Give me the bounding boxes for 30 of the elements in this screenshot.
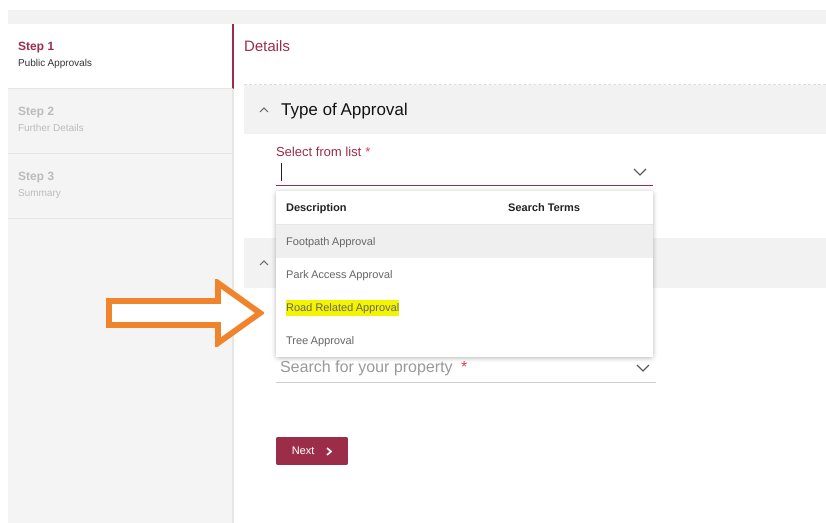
column-header: Description bbox=[286, 202, 348, 214]
property-search-field[interactable]: Search for your property * bbox=[276, 354, 656, 383]
option-label: Park Access Approval bbox=[286, 268, 392, 280]
dropdown-option[interactable]: Footpath Approval bbox=[276, 225, 653, 258]
section-header[interactable]: Type of Approval bbox=[244, 85, 826, 134]
dropdown-option[interactable]: Tree Approval bbox=[276, 324, 653, 357]
chevron-icon bbox=[259, 260, 269, 266]
option-label: Footpath Approval bbox=[286, 236, 376, 248]
step-subtitle: Public Approvals bbox=[18, 58, 93, 69]
section-title: Type of Approval bbox=[281, 100, 408, 120]
step-item[interactable]: Step 1 Public Approvals bbox=[8, 24, 234, 89]
step-title: Step 2 bbox=[18, 104, 56, 118]
dropdown-option[interactable]: Park Access Approval bbox=[276, 258, 653, 291]
option-label: Road Related Approval bbox=[286, 300, 400, 316]
chevron-down-icon bbox=[633, 168, 647, 176]
column-header: Search Terms bbox=[508, 202, 580, 214]
option-label: Tree Approval bbox=[286, 334, 354, 346]
step-title: Step 3 bbox=[18, 169, 56, 183]
placeholder-text: Search for your property bbox=[280, 359, 453, 376]
field-label: Select from list bbox=[276, 144, 362, 159]
chevron-down-icon bbox=[636, 364, 650, 372]
chevron-right-icon bbox=[326, 446, 332, 456]
dropdown-option[interactable]: Road Related Approval bbox=[276, 291, 653, 324]
step-subtitle: Summary bbox=[18, 188, 62, 199]
step-subtitle: Further Details bbox=[18, 123, 85, 134]
required-mark: * bbox=[460, 359, 468, 376]
next-button[interactable]: Next bbox=[276, 437, 348, 465]
step-title: Step 1 bbox=[18, 39, 56, 53]
chevron-icon bbox=[259, 106, 269, 112]
required-mark: * bbox=[365, 144, 370, 159]
